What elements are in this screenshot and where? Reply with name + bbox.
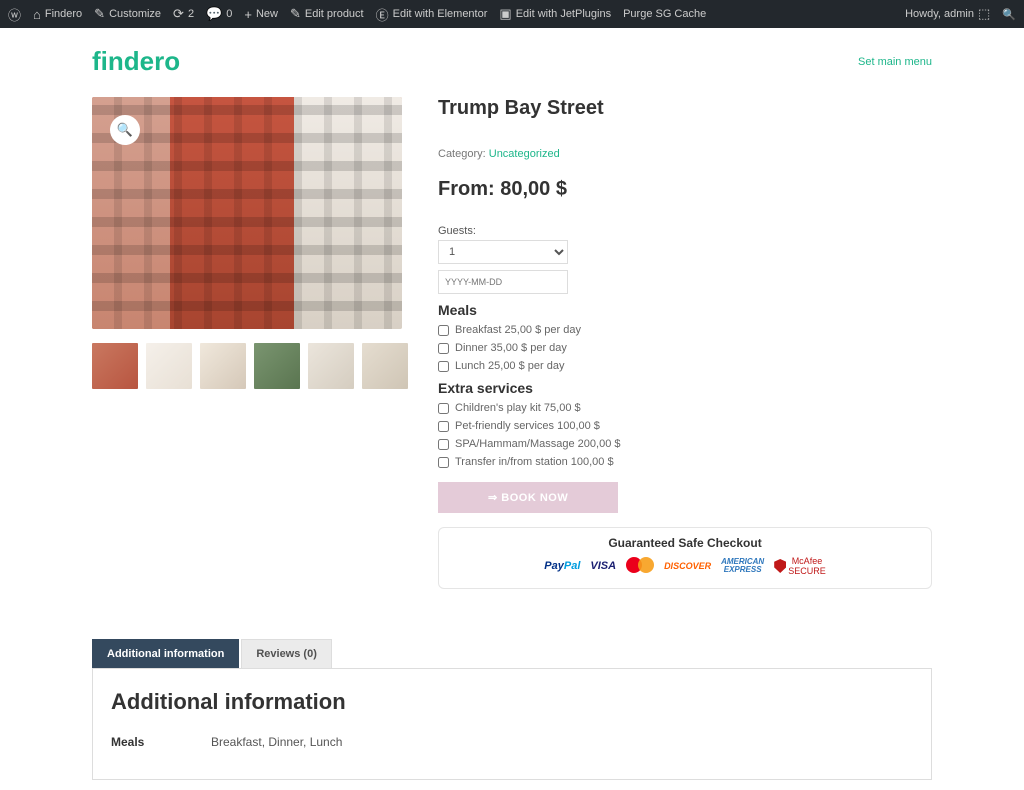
payment-logos: PayPal VISA DISCOVER AMERICANEXPRESS McA… <box>455 556 915 576</box>
meal-label: Dinner 35,00 $ per day <box>455 342 567 354</box>
meals-heading: Meals <box>438 302 932 318</box>
mcafee-icon: McAfeeSECURE <box>774 556 826 576</box>
product-tabs: Additional information Reviews (0) Addit… <box>92 639 932 780</box>
product-section: 🔍 Trump Bay Street Category: Uncategoriz… <box>92 97 932 589</box>
meal-checkbox-breakfast[interactable] <box>438 325 449 336</box>
thumbnail-1[interactable] <box>92 343 138 389</box>
page-container: findero Set main menu 🔍 Trump Bay Street <box>92 28 932 790</box>
wp-logo[interactable]: ⓦ <box>8 5 21 24</box>
guests-field: Guests: 1 <box>438 225 932 294</box>
info-label: Meals <box>111 735 211 749</box>
extra-label: Children's play kit 75,00 $ <box>455 402 581 414</box>
additional-info-heading: Additional information <box>111 689 913 715</box>
extra-checkbox-pet[interactable] <box>438 421 449 432</box>
product-main-image[interactable]: 🔍 <box>92 97 402 329</box>
mastercard-icon <box>626 557 654 575</box>
thumbnail-2[interactable] <box>146 343 192 389</box>
visa-icon: VISA <box>590 560 616 572</box>
extra-option: Transfer in/from station 100,00 $ <box>438 456 932 468</box>
guests-select[interactable]: 1 <box>438 240 568 264</box>
thumbnail-4[interactable] <box>254 343 300 389</box>
info-row: Meals Breakfast, Dinner, Lunch <box>111 735 913 749</box>
meal-option: Breakfast 25,00 $ per day <box>438 324 932 336</box>
product-title: Trump Bay Street <box>438 97 932 120</box>
thumbnail-row <box>92 343 408 389</box>
product-price: From: 80,00 $ <box>438 178 932 201</box>
zoom-icon[interactable]: 🔍 <box>110 115 140 145</box>
info-value: Breakfast, Dinner, Lunch <box>211 735 342 749</box>
meal-option: Dinner 35,00 $ per day <box>438 342 932 354</box>
updates-link[interactable]: ⟳2 <box>173 6 194 22</box>
purge-cache-link[interactable]: Purge SG Cache <box>623 8 706 20</box>
extra-checkbox-playkit[interactable] <box>438 403 449 414</box>
tab-reviews[interactable]: Reviews (0) <box>241 639 332 668</box>
admin-bar-left: ⓦ ⌂Findero ✎Customize ⟳2 💬0 +New ✎Edit p… <box>8 5 706 24</box>
howdy-link[interactable]: Howdy, admin⬚ <box>905 6 990 22</box>
thumbnail-3[interactable] <box>200 343 246 389</box>
wp-admin-bar: ⓦ ⌂Findero ✎Customize ⟳2 💬0 +New ✎Edit p… <box>0 0 1024 28</box>
thumbnail-5[interactable] <box>308 343 354 389</box>
extra-label: SPA/Hammam/Massage 200,00 $ <box>455 438 620 450</box>
meal-label: Lunch 25,00 $ per day <box>455 360 564 372</box>
site-logo[interactable]: findero <box>92 46 180 77</box>
product-gallery: 🔍 <box>92 97 408 589</box>
paypal-icon: PayPal <box>544 560 580 572</box>
extra-label: Pet-friendly services 100,00 $ <box>455 420 600 432</box>
search-icon[interactable]: 🔍 <box>1002 8 1016 21</box>
tab-additional-info[interactable]: Additional information <box>92 639 239 668</box>
extra-option: SPA/Hammam/Massage 200,00 $ <box>438 438 932 450</box>
new-link[interactable]: +New <box>244 7 278 22</box>
safe-checkout-box: Guaranteed Safe Checkout PayPal VISA DIS… <box>438 527 932 589</box>
product-category: Category: Uncategorized <box>438 148 932 160</box>
admin-bar-right: Howdy, admin⬚ 🔍 <box>905 6 1016 22</box>
discover-icon: DISCOVER <box>664 561 711 571</box>
extra-label: Transfer in/from station 100,00 $ <box>455 456 614 468</box>
tab-panel-additional: Additional information Meals Breakfast, … <box>92 669 932 780</box>
comments-link[interactable]: 💬0 <box>206 6 232 22</box>
meal-checkbox-lunch[interactable] <box>438 361 449 372</box>
product-details: Trump Bay Street Category: Uncategorized… <box>438 97 932 589</box>
extra-option: Children's play kit 75,00 $ <box>438 402 932 414</box>
site-name-link[interactable]: ⌂Findero <box>33 7 82 22</box>
extra-checkbox-transfer[interactable] <box>438 457 449 468</box>
meal-label: Breakfast 25,00 $ per day <box>455 324 581 336</box>
edit-jetplugins-link[interactable]: ▣Edit with JetPlugins <box>499 6 611 22</box>
guests-label: Guests: <box>438 225 932 237</box>
edit-product-link[interactable]: ✎Edit product <box>290 6 364 22</box>
extras-heading: Extra services <box>438 380 932 396</box>
customize-link[interactable]: ✎Customize <box>94 6 161 22</box>
tab-list: Additional information Reviews (0) <box>92 639 932 669</box>
edit-elementor-link[interactable]: ⒺEdit with Elementor <box>376 5 488 24</box>
date-input[interactable] <box>438 270 568 294</box>
meal-option: Lunch 25,00 $ per day <box>438 360 932 372</box>
set-main-menu-link[interactable]: Set main menu <box>858 56 932 68</box>
thumbnail-6[interactable] <box>362 343 408 389</box>
extra-option: Pet-friendly services 100,00 $ <box>438 420 932 432</box>
book-now-button[interactable]: ⇒ BOOK NOW <box>438 482 618 513</box>
meal-checkbox-dinner[interactable] <box>438 343 449 354</box>
amex-icon: AMERICANEXPRESS <box>721 558 764 574</box>
category-link[interactable]: Uncategorized <box>489 148 560 160</box>
extra-checkbox-spa[interactable] <box>438 439 449 450</box>
checkout-title: Guaranteed Safe Checkout <box>455 536 915 550</box>
avatar-icon: ⬚ <box>978 6 990 22</box>
site-header: findero Set main menu <box>92 38 932 97</box>
